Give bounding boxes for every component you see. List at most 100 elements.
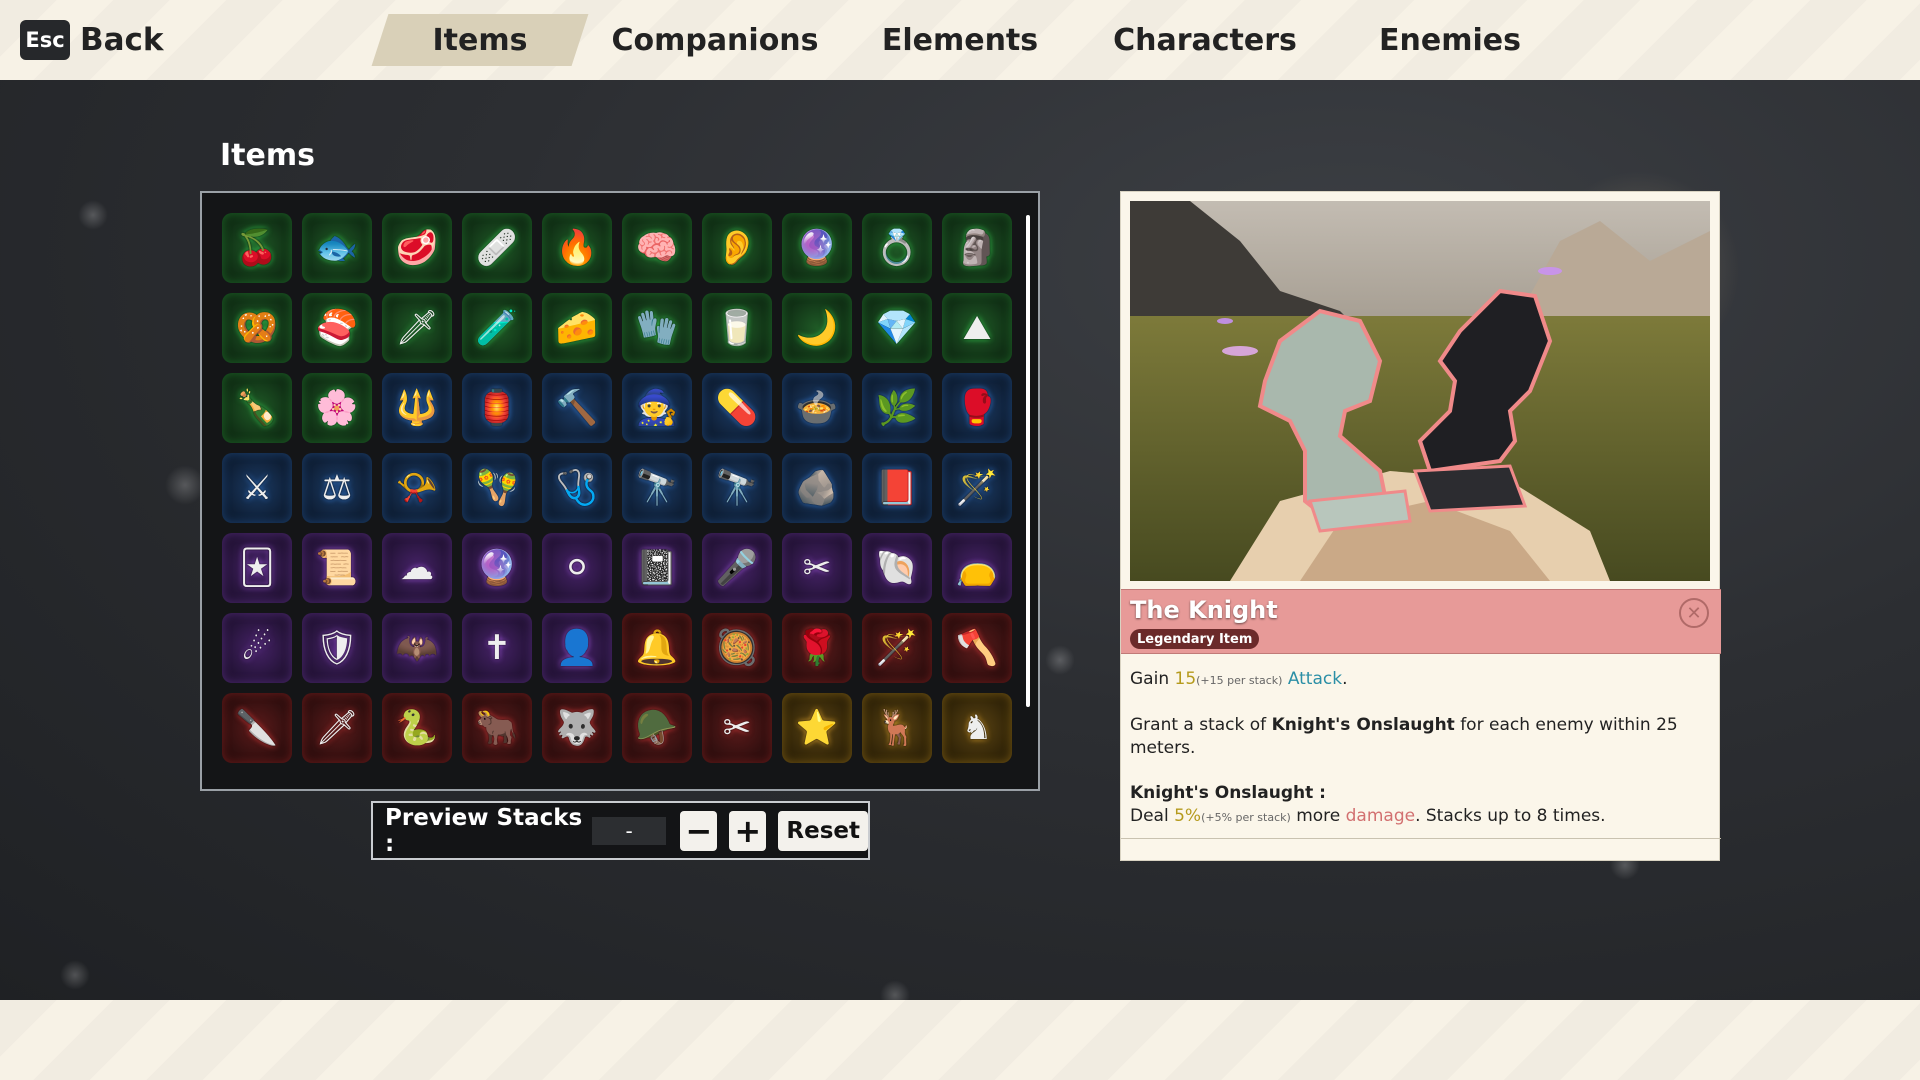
reset-button[interactable]: Reset: [778, 810, 868, 851]
increase-stacks-button[interactable]: +: [729, 810, 767, 851]
item-slot[interactable]: 🗡: [302, 693, 372, 763]
cup-icon: 🥛: [715, 308, 759, 348]
item-slot[interactable]: 🌙: [782, 293, 852, 363]
item-slot[interactable]: 🔪: [222, 693, 292, 763]
item-slot[interactable]: 🪓: [942, 613, 1012, 683]
item-slot[interactable]: 🗿: [942, 213, 1012, 283]
item-slot[interactable]: 💊: [702, 373, 772, 443]
item-slot[interactable]: 🧤: [622, 293, 692, 363]
particle-glow: [78, 200, 108, 230]
tab-companions[interactable]: Companions: [600, 0, 830, 80]
item-slot[interactable]: ✂: [702, 693, 772, 763]
item-slot[interactable]: 🪄: [942, 453, 1012, 523]
desc-text: Grant a stack of: [1130, 715, 1272, 735]
crossed-swords-icon: ⚔: [241, 468, 273, 508]
item-slot[interactable]: 🪇: [462, 453, 532, 523]
item-slot[interactable]: ⛰: [942, 293, 1012, 363]
item-slot[interactable]: 📯: [382, 453, 452, 523]
item-slot[interactable]: 🥛: [702, 293, 772, 363]
item-slot[interactable]: 🔮: [462, 533, 532, 603]
item-slot[interactable]: 🩺: [542, 453, 612, 523]
scrollbar[interactable]: [1026, 215, 1030, 707]
item-slot[interactable]: 🦌: [862, 693, 932, 763]
item-slot[interactable]: 📓: [622, 533, 692, 603]
desc-text: . Stacks up to 8 times.: [1415, 806, 1606, 826]
item-slot[interactable]: 🔭: [702, 453, 772, 523]
back-button[interactable]: Esc Back: [20, 20, 164, 60]
item-slot[interactable]: 🪄: [862, 613, 932, 683]
divider: [1121, 838, 1721, 839]
item-slot[interactable]: 🧪: [462, 293, 532, 363]
item-slot[interactable]: 🪨: [782, 453, 852, 523]
item-slot[interactable]: ⚔: [222, 453, 292, 523]
item-slot[interactable]: 🔱: [382, 373, 452, 443]
item-slot[interactable]: 🌹: [782, 613, 852, 683]
item-slot[interactable]: 🌿: [862, 373, 932, 443]
item-slot[interactable]: 🩹: [462, 213, 532, 283]
item-slot[interactable]: ⭐: [782, 693, 852, 763]
item-slot[interactable]: 🪖: [622, 693, 692, 763]
item-slot[interactable]: 👤: [542, 613, 612, 683]
effect-title: Knight's Onslaught :: [1130, 783, 1326, 803]
item-slot[interactable]: 🐺: [542, 693, 612, 763]
item-slot[interactable]: 🃏: [222, 533, 292, 603]
item-slot[interactable]: 🎤: [702, 533, 772, 603]
item-slot[interactable]: 🔨: [542, 373, 612, 443]
item-slot[interactable]: 🔭: [622, 453, 692, 523]
item-slot[interactable]: 💎: [862, 293, 932, 363]
item-slot[interactable]: 📕: [862, 453, 932, 523]
tab-items[interactable]: Items: [380, 0, 580, 80]
item-slot[interactable]: 🐂: [462, 693, 532, 763]
desc-text: .: [1342, 669, 1348, 689]
glove-icon: 🧤: [635, 308, 679, 348]
staff-icon: 🪄: [955, 468, 999, 508]
item-slot[interactable]: ✝: [462, 613, 532, 683]
item-slot[interactable]: 💍: [862, 213, 932, 283]
item-slot[interactable]: ✂: [782, 533, 852, 603]
item-slot[interactable]: 🏮: [462, 373, 532, 443]
preview-stacks-value[interactable]: -: [591, 816, 667, 845]
spellbook-icon: 📓: [635, 548, 679, 588]
item-slot[interactable]: 🦇: [382, 613, 452, 683]
item-slot[interactable]: 🍾: [222, 373, 292, 443]
per-stack-note: (+5% per stack): [1201, 811, 1291, 824]
tab-elements[interactable]: Elements: [860, 0, 1060, 80]
item-slot[interactable]: 🍒: [222, 213, 292, 283]
decrease-stacks-button[interactable]: −: [680, 810, 718, 851]
item-slot[interactable]: 👂: [702, 213, 772, 283]
item-slot[interactable]: 🥘: [702, 613, 772, 683]
item-slot[interactable]: ♞: [942, 693, 1012, 763]
item-slot[interactable]: 🧀: [542, 293, 612, 363]
item-slot[interactable]: ☁: [382, 533, 452, 603]
item-slot[interactable]: 🥩: [382, 213, 452, 283]
item-slot[interactable]: 🔔: [622, 613, 692, 683]
item-slot[interactable]: 🐚: [862, 533, 932, 603]
item-slot[interactable]: 🥨: [222, 293, 292, 363]
item-slot[interactable]: 🌸: [302, 373, 372, 443]
item-slot[interactable]: 🍲: [782, 373, 852, 443]
item-slot[interactable]: 🗡: [382, 293, 452, 363]
item-slot[interactable]: 🛡: [302, 613, 372, 683]
item-slot[interactable]: 🔮: [782, 213, 852, 283]
item-slot[interactable]: ☄: [222, 613, 292, 683]
item-slot[interactable]: 🔥: [542, 213, 612, 283]
item-slot[interactable]: 👝: [942, 533, 1012, 603]
close-icon[interactable]: ✕: [1679, 598, 1709, 628]
stat-line: Gain 15(+15 per stack) Attack.: [1130, 668, 1710, 692]
item-slot[interactable]: ⚪: [542, 533, 612, 603]
scales-icon: ⚖: [321, 468, 353, 508]
tab-enemies[interactable]: Enemies: [1350, 0, 1550, 80]
item-slot[interactable]: 📜: [302, 533, 372, 603]
item-slot[interactable]: 🍣: [302, 293, 372, 363]
item-slot[interactable]: 🥊: [942, 373, 1012, 443]
item-slot[interactable]: 🐟: [302, 213, 372, 283]
tab-characters[interactable]: Characters: [1090, 0, 1320, 80]
item-slot[interactable]: ⚖: [302, 453, 372, 523]
bat-icon: 🦇: [395, 628, 439, 668]
cross-icon: ✝: [482, 628, 512, 668]
item-slot[interactable]: 🧙: [622, 373, 692, 443]
item-slot[interactable]: 🧠: [622, 213, 692, 283]
crossed-blades-icon: ✂: [802, 548, 832, 588]
item-slot[interactable]: 🐍: [382, 693, 452, 763]
potion-icon: 🧪: [475, 308, 519, 348]
